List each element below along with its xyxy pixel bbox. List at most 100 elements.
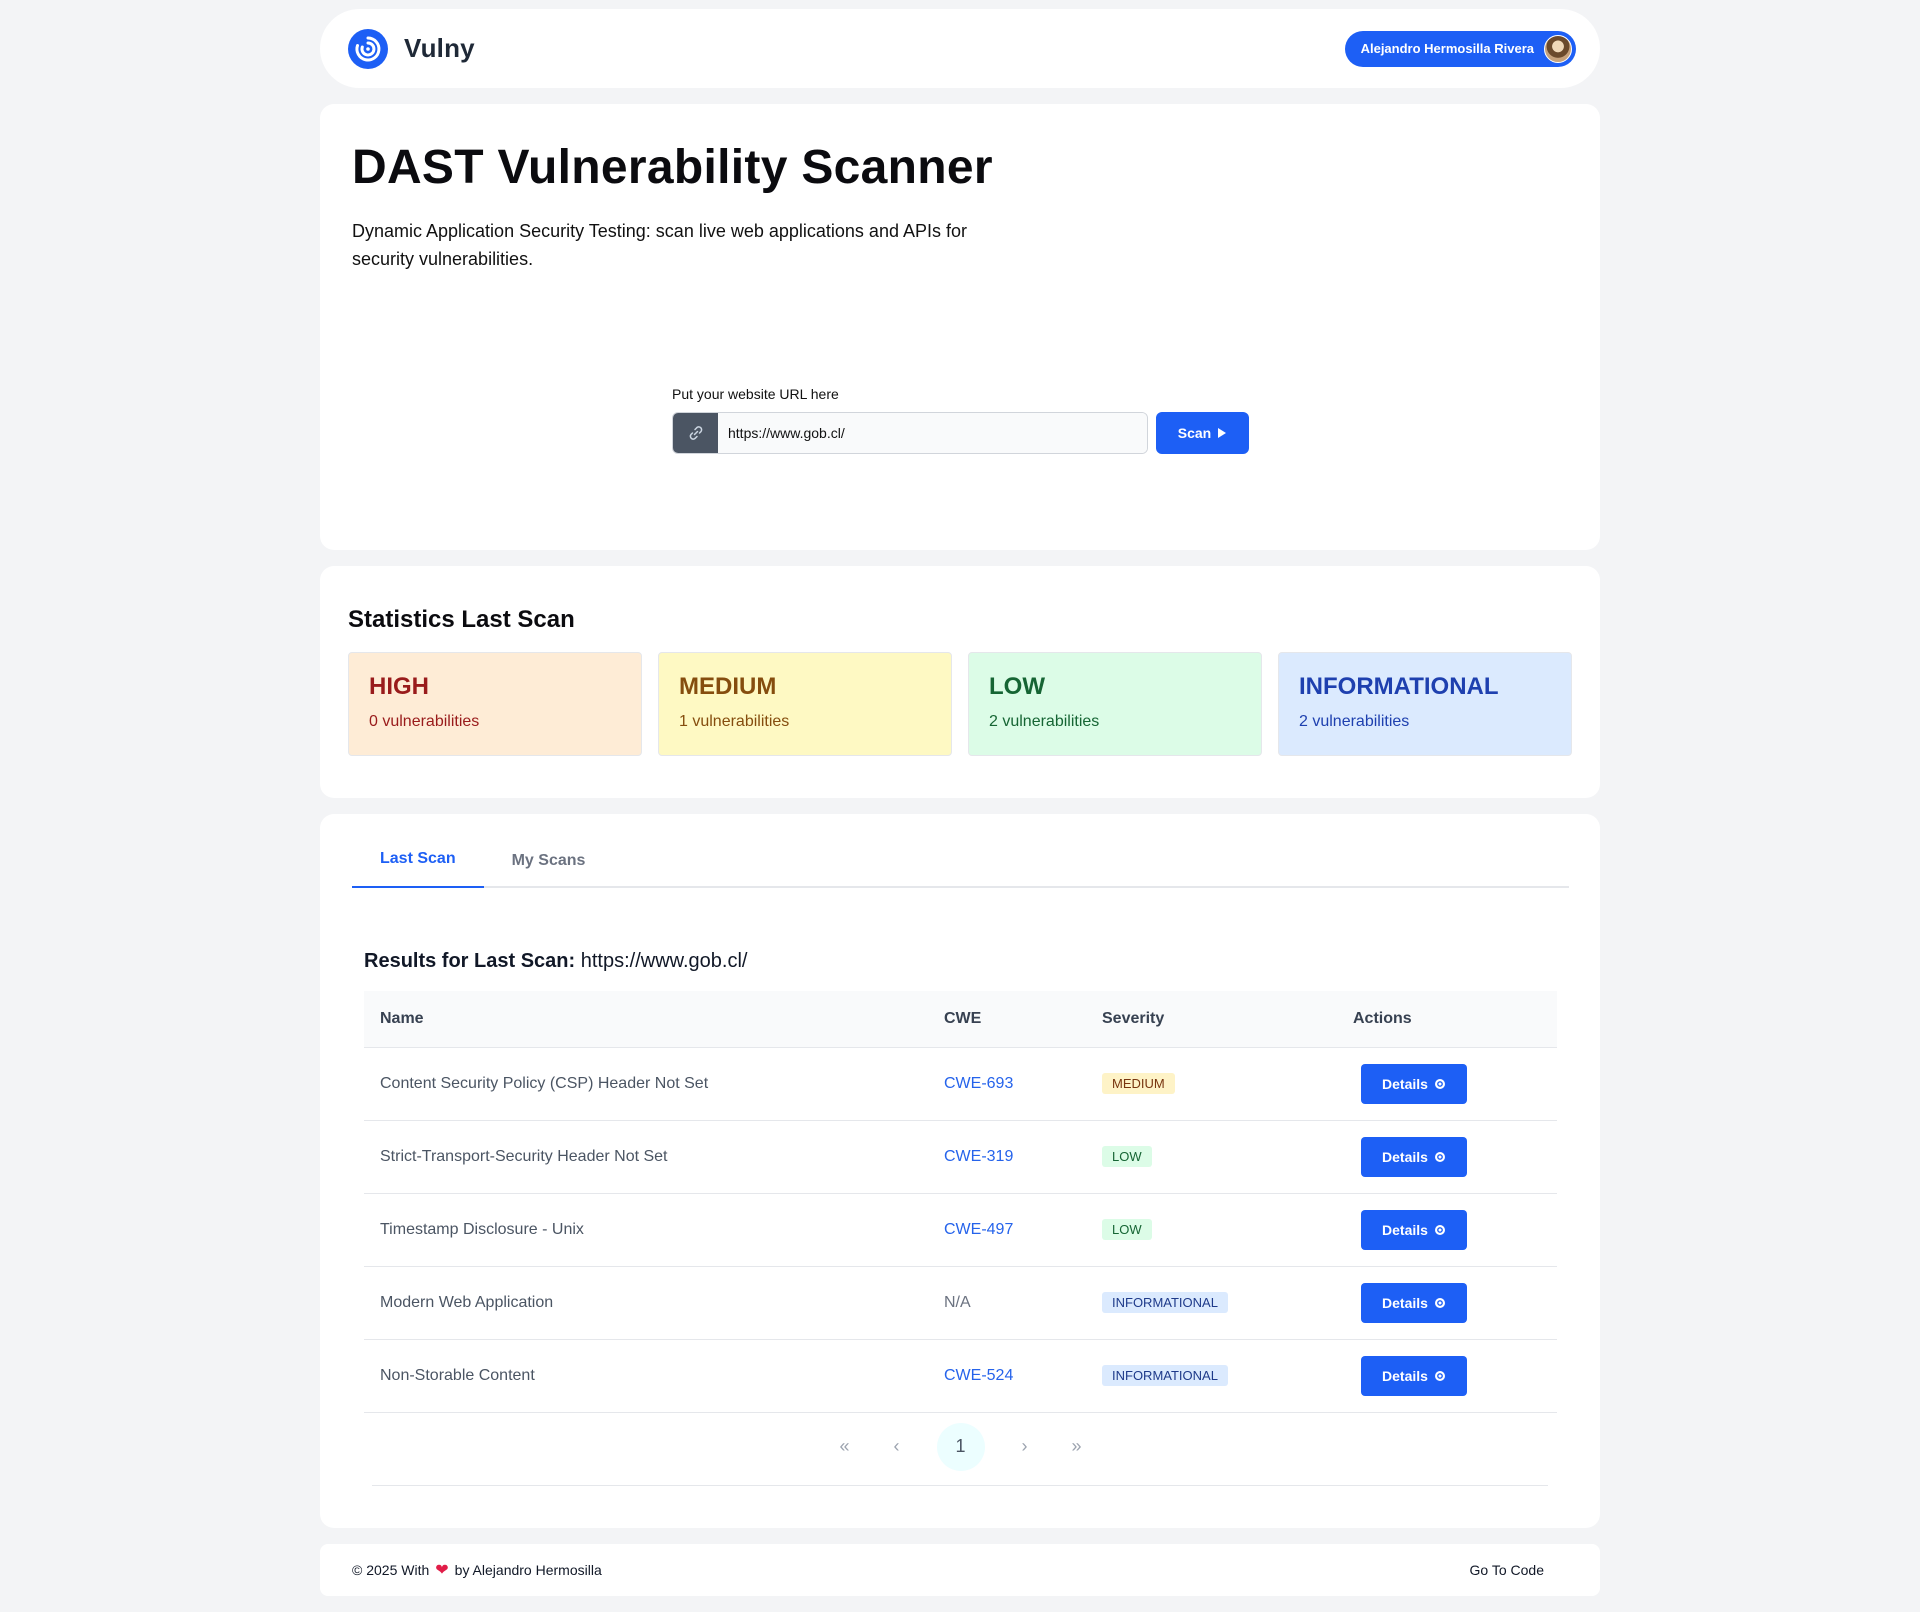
info-circle-icon	[1434, 1370, 1445, 1381]
details-label: Details	[1382, 1367, 1428, 1384]
scanner-card: DAST Vulnerability Scanner Dynamic Appli…	[320, 104, 1600, 550]
info-circle-icon	[1434, 1151, 1445, 1162]
table-row: Modern Web Application N/A INFORMATIONAL De…	[364, 1266, 1557, 1339]
tab-my-scans[interactable]: My Scans	[484, 852, 614, 888]
table-row: Content Security Policy (CSP) Header Not…	[364, 1047, 1557, 1120]
user-name: Alejandro Hermosilla Rivera	[1360, 41, 1534, 56]
brand-name: Vulny	[404, 33, 475, 63]
details-button[interactable]: Details	[1361, 1355, 1467, 1396]
cwe-link[interactable]: CWE-319	[928, 1120, 1086, 1193]
top-navbar: Vulny Alejandro Hermosilla Rivera	[320, 9, 1600, 88]
page-description: Dynamic Application Security Testing: sc…	[352, 221, 967, 269]
stat-count: 2 vulnerabilities	[1299, 713, 1410, 730]
stat-medium: MEDIUM 1 vulnerabilities	[658, 652, 952, 756]
results-title-url: https://www.gob.cl/	[580, 950, 748, 972]
avatar	[1544, 34, 1572, 63]
page-1-button[interactable]: 1	[936, 1422, 985, 1471]
table-row: Timestamp Disclosure - Unix CWE-497 LOW Det…	[364, 1193, 1557, 1266]
details-button[interactable]: Details	[1361, 1209, 1467, 1250]
scan-button[interactable]: Scan	[1156, 412, 1249, 454]
actions-cell: Details	[1337, 1120, 1557, 1193]
results-table: Name CWE Severity Actions Content Securi…	[364, 991, 1557, 1413]
stat-label: LOW	[989, 673, 1045, 700]
column-header: Severity	[1102, 1009, 1165, 1027]
details-label: Details	[1382, 1294, 1428, 1311]
info-circle-icon	[1434, 1297, 1445, 1308]
actions-cell: Details	[1337, 1339, 1557, 1412]
statistics-title: Statistics Last Scan	[348, 606, 575, 633]
statistics-card: Statistics Last Scan HIGH 0 vulnerabilit…	[320, 566, 1600, 798]
details-button[interactable]: Details	[1361, 1136, 1467, 1177]
stat-low: LOW 2 vulnerabilities	[968, 652, 1262, 756]
stat-count: 2 vulnerabilities	[989, 713, 1100, 730]
page-title: DAST Vulnerability Scanner	[352, 141, 993, 194]
stat-label: HIGH	[369, 673, 429, 700]
play-icon	[1218, 428, 1227, 438]
stat-count: 1 vulnerabilities	[679, 713, 790, 730]
cwe-link[interactable]: CWE-693	[928, 1047, 1086, 1120]
vuln-name: Modern Web Application	[380, 1293, 554, 1311]
severity-cell: LOW	[1086, 1193, 1337, 1266]
footer-credit: © 2025 With ❤ by Alejandro Hermosilla	[352, 1560, 602, 1580]
severity-badge: MEDIUM	[1102, 1072, 1175, 1094]
cwe-link[interactable]: CWE-524	[928, 1339, 1086, 1412]
pagination: « ‹ 1 › »	[364, 1422, 1557, 1471]
severity-cell: INFORMATIONAL	[1086, 1266, 1337, 1339]
tab-last-scan[interactable]: Last Scan	[352, 850, 484, 888]
spiral-logo-icon	[348, 28, 388, 69]
last-page-button[interactable]: »	[1065, 1436, 1089, 1457]
stat-label: INFORMATIONAL	[1299, 673, 1499, 700]
footer: © 2025 With ❤ by Alejandro Hermosilla Go…	[320, 1544, 1600, 1596]
column-header: CWE	[944, 1009, 982, 1027]
vuln-name: Content Security Policy (CSP) Header Not…	[380, 1074, 709, 1092]
link-icon	[673, 413, 718, 453]
severity-badge: INFORMATIONAL	[1102, 1364, 1228, 1386]
actions-cell: Details	[1337, 1047, 1557, 1120]
severity-cell: INFORMATIONAL	[1086, 1339, 1337, 1412]
severity-cell: MEDIUM	[1086, 1047, 1337, 1120]
brand[interactable]: Vulny	[348, 28, 475, 69]
scan-button-label: Scan	[1177, 425, 1212, 441]
severity-badge: INFORMATIONAL	[1102, 1291, 1228, 1313]
tab-bar: Last Scan My Scans	[352, 814, 1569, 888]
first-page-button[interactable]: «	[833, 1436, 857, 1457]
cwe-link[interactable]: CWE-497	[928, 1193, 1086, 1266]
vuln-name: Timestamp Disclosure - Unix	[380, 1220, 584, 1238]
user-menu-button[interactable]: Alejandro Hermosilla Rivera	[1344, 30, 1576, 67]
table-row: Strict-Transport-Security Header Not Set…	[364, 1120, 1557, 1193]
url-input[interactable]	[718, 413, 1147, 453]
severity-badge: LOW	[1102, 1218, 1152, 1240]
heart-icon: ❤	[435, 1562, 449, 1579]
details-label: Details	[1382, 1075, 1428, 1092]
vuln-name: Strict-Transport-Security Header Not Set	[380, 1147, 668, 1165]
stat-count: 0 vulnerabilities	[369, 713, 480, 730]
cwe-link: N/A	[944, 1293, 971, 1311]
severity-cell: LOW	[1086, 1120, 1337, 1193]
details-button[interactable]: Details	[1361, 1282, 1467, 1323]
url-label: Put your website URL here	[672, 386, 839, 402]
actions-cell: Details	[1337, 1193, 1557, 1266]
details-label: Details	[1382, 1221, 1428, 1238]
prev-page-button[interactable]: ‹	[885, 1436, 909, 1457]
statistics-grid: HIGH 0 vulnerabilities MEDIUM 1 vulnerab…	[348, 652, 1572, 756]
stat-informational: INFORMATIONAL 2 vulnerabilities	[1278, 652, 1572, 756]
author-text: by Alejandro Hermosilla	[454, 1562, 602, 1578]
details-label: Details	[1382, 1148, 1428, 1165]
actions-cell: Details	[1337, 1266, 1557, 1339]
info-circle-icon	[1434, 1224, 1445, 1235]
severity-badge: LOW	[1102, 1145, 1152, 1167]
scan-form: Put your website URL here Scan	[672, 386, 1252, 454]
results-title-prefix: Results for Last Scan:	[364, 950, 576, 972]
go-to-code-link[interactable]: Go To Code	[1470, 1562, 1544, 1578]
stat-label: MEDIUM	[679, 673, 777, 700]
stat-high: HIGH 0 vulnerabilities	[348, 652, 642, 756]
results-title: Results for Last Scan: https://www.gob.c…	[364, 950, 1568, 973]
copyright-text: © 2025 With	[352, 1562, 430, 1578]
table-row: Non-Storable Content CWE-524 INFORMATIONAL…	[364, 1339, 1557, 1412]
next-page-button[interactable]: ›	[1013, 1436, 1037, 1457]
column-header: Actions	[1353, 1009, 1412, 1027]
details-button[interactable]: Details	[1361, 1063, 1467, 1104]
url-input-group	[672, 412, 1148, 454]
info-circle-icon	[1434, 1078, 1445, 1089]
column-header: Name	[380, 1009, 424, 1027]
